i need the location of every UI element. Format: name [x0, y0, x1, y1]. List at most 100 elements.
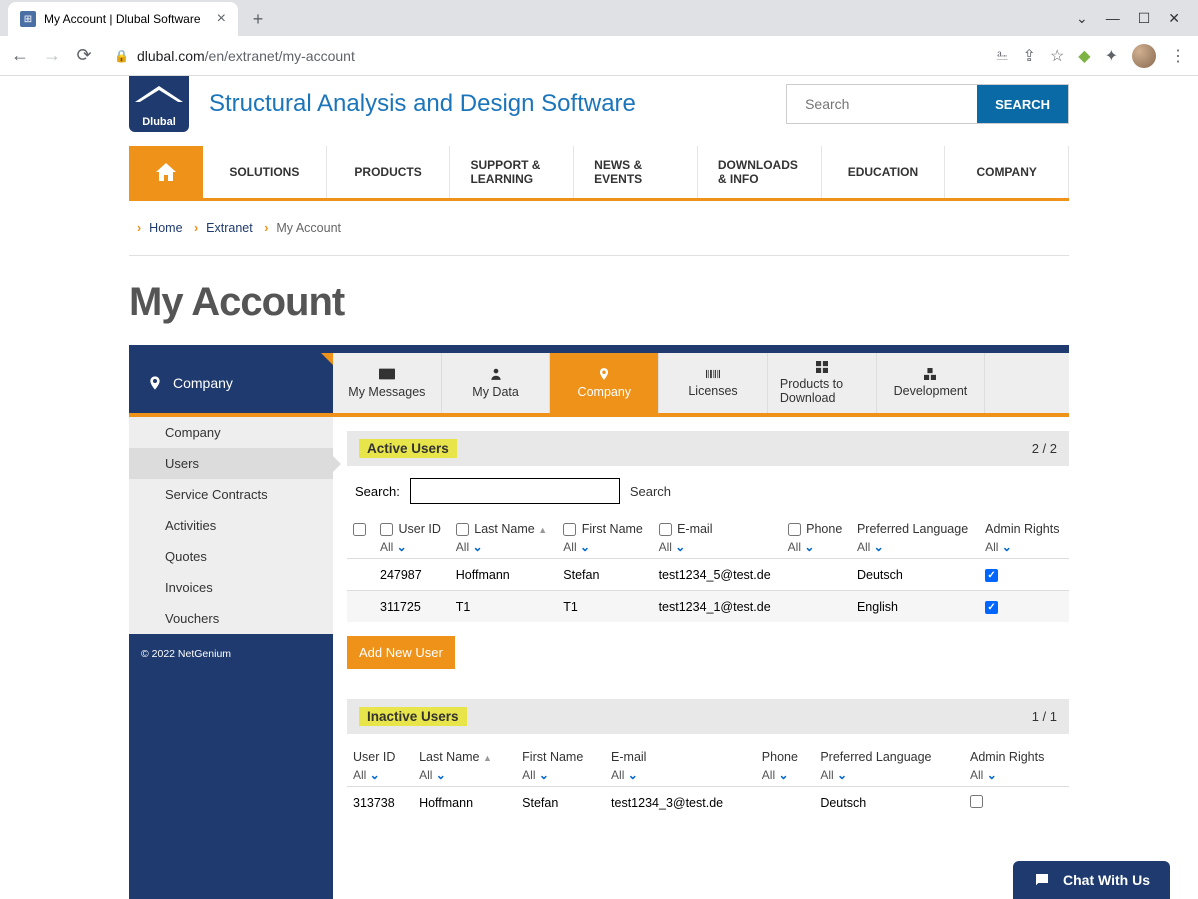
new-tab-button[interactable]: + — [244, 5, 272, 33]
nav-education[interactable]: EDUCATION — [822, 146, 946, 198]
profile-avatar[interactable] — [1132, 44, 1156, 68]
user-search-row: Search: Search — [347, 478, 1069, 518]
cell-email: test1234_3@test.de — [605, 787, 756, 820]
share-icon[interactable]: ⇪ — [1023, 46, 1036, 66]
table-row[interactable]: 313738 Hoffmann Stefan test1234_3@test.d… — [347, 787, 1069, 820]
col-check-userid[interactable] — [380, 523, 393, 536]
extensions-icon[interactable]: ✦ — [1105, 46, 1118, 66]
tab-development[interactable]: Development — [877, 353, 986, 413]
filter-lastname[interactable]: All — [456, 540, 552, 554]
side-tab-company[interactable]: Company — [129, 353, 333, 413]
bookmark-icon[interactable]: ☆ — [1050, 46, 1064, 66]
tab-products[interactable]: Products to Download — [768, 353, 877, 413]
breadcrumb-extranet[interactable]: Extranet — [206, 221, 253, 235]
nav-downloads[interactable]: DOWNLOADS & INFO — [698, 146, 822, 198]
col-check-firstname[interactable] — [563, 523, 576, 536]
tab-strip: Company My Messages My Data Company Lice… — [129, 353, 1069, 417]
col-check-phone[interactable] — [788, 523, 801, 536]
page-viewport: Dlubal Structural Analysis and Design So… — [0, 76, 1198, 899]
close-tab-icon[interactable]: × — [217, 10, 226, 28]
cell-firstname: Stefan — [516, 787, 605, 820]
search-input[interactable] — [805, 96, 986, 112]
address-bar[interactable]: 🔒 dlubal.com/en/extranet/my-account — [106, 48, 984, 64]
nav-company[interactable]: COMPANY — [945, 146, 1069, 198]
sidebar-item-activities[interactable]: Activities — [129, 510, 333, 541]
extension-icon[interactable]: ◆ — [1078, 46, 1090, 66]
chat-widget[interactable]: Chat With Us — [1013, 861, 1170, 899]
filter-lang[interactable]: All — [857, 540, 973, 554]
active-users-count: 2 / 2 — [1032, 441, 1057, 456]
table-row[interactable]: 311725 T1 T1 test1234_1@test.de English — [347, 591, 1069, 623]
cell-lang: Deutsch — [851, 559, 979, 591]
col-check-email[interactable] — [659, 523, 672, 536]
translate-icon[interactable]: ⎁ — [996, 47, 1009, 65]
filter-email[interactable]: All — [659, 540, 776, 554]
filter-admin[interactable]: All — [970, 768, 1063, 782]
cell-lastname: T1 — [450, 591, 558, 623]
window-controls: ⌄ ― ☐ ✕ — [1076, 0, 1198, 36]
filter-lastname[interactable]: All — [419, 768, 510, 782]
maximize-icon[interactable]: ☐ — [1138, 10, 1151, 27]
filter-userid[interactable]: All — [353, 768, 407, 782]
tab-company[interactable]: Company — [550, 353, 659, 413]
cell-lastname: Hoffmann — [413, 787, 516, 820]
tab-my-messages[interactable]: My Messages — [333, 353, 442, 413]
nav-news[interactable]: NEWS & EVENTS — [574, 146, 698, 198]
cell-admin[interactable] — [964, 787, 1069, 820]
tab-licenses[interactable]: Licenses — [659, 353, 768, 413]
add-user-button[interactable]: Add New User — [347, 636, 455, 669]
reload-button[interactable]: ⟳ — [74, 45, 94, 66]
breadcrumb-home[interactable]: Home — [149, 221, 182, 235]
cell-admin[interactable] — [979, 591, 1069, 623]
filter-phone[interactable]: All — [788, 540, 845, 554]
sort-icon[interactable]: ▲ — [538, 525, 547, 535]
select-all-checkbox[interactable] — [353, 523, 366, 536]
sidebar-item-company[interactable]: Company — [129, 417, 333, 448]
close-window-icon[interactable]: ✕ — [1168, 10, 1180, 27]
active-users-header: Active Users 2 / 2 — [347, 431, 1069, 466]
back-button[interactable]: ← — [10, 45, 30, 66]
table-row[interactable]: 247987 Hoffmann Stefan test1234_5@test.d… — [347, 559, 1069, 591]
cell-email: test1234_5@test.de — [653, 559, 782, 591]
filter-phone[interactable]: All — [762, 768, 809, 782]
filter-firstname[interactable]: All — [522, 768, 599, 782]
col-check-lastname[interactable] — [456, 523, 469, 536]
nav-solutions[interactable]: SOLUTIONS — [203, 146, 327, 198]
cell-email: test1234_1@test.de — [653, 591, 782, 623]
cell-admin[interactable] — [979, 559, 1069, 591]
grid-icon — [815, 361, 829, 373]
sidebar-item-service-contracts[interactable]: Service Contracts — [129, 479, 333, 510]
chevron-down-icon[interactable]: ⌄ — [1076, 10, 1088, 27]
filter-email[interactable]: All — [611, 768, 750, 782]
cell-phone — [782, 591, 851, 623]
breadcrumb: ›Home ›Extranet ›My Account — [129, 201, 1069, 256]
cell-userid: 311725 — [374, 591, 450, 623]
tab-bar: ⊞ My Account | Dlubal Software × + ⌄ ― ☐… — [0, 0, 1198, 36]
inactive-users-count: 1 / 1 — [1032, 709, 1057, 724]
search-button[interactable]: SEARCH — [977, 85, 1068, 123]
pin-icon — [596, 367, 612, 381]
url-text: dlubal.com/en/extranet/my-account — [137, 48, 355, 64]
filter-lang[interactable]: All — [820, 768, 958, 782]
forward-button[interactable]: → — [42, 45, 62, 66]
tab-my-data[interactable]: My Data — [442, 353, 551, 413]
user-search-button[interactable]: Search — [630, 484, 671, 499]
sidebar-item-users[interactable]: Users — [129, 448, 333, 479]
nav-home[interactable] — [129, 146, 203, 198]
menu-icon[interactable]: ⋮ — [1170, 46, 1186, 66]
filter-firstname[interactable]: All — [563, 540, 646, 554]
sidebar-item-invoices[interactable]: Invoices — [129, 572, 333, 603]
nav-support[interactable]: SUPPORT & LEARNING — [450, 146, 574, 198]
filter-admin[interactable]: All — [985, 540, 1063, 554]
browser-tab[interactable]: ⊞ My Account | Dlubal Software × — [8, 2, 238, 36]
sidebar-item-quotes[interactable]: Quotes — [129, 541, 333, 572]
sidebar-footer: © 2022 NetGenium — [129, 634, 333, 674]
sort-icon[interactable]: ▲ — [483, 753, 492, 763]
nav-products[interactable]: PRODUCTS — [327, 146, 451, 198]
pin-icon — [147, 375, 163, 391]
minimize-icon[interactable]: ― — [1106, 10, 1120, 26]
user-search-input[interactable] — [410, 478, 620, 504]
logo[interactable]: Dlubal — [129, 76, 189, 132]
sidebar-item-vouchers[interactable]: Vouchers — [129, 603, 333, 634]
filter-userid[interactable]: All — [380, 540, 444, 554]
